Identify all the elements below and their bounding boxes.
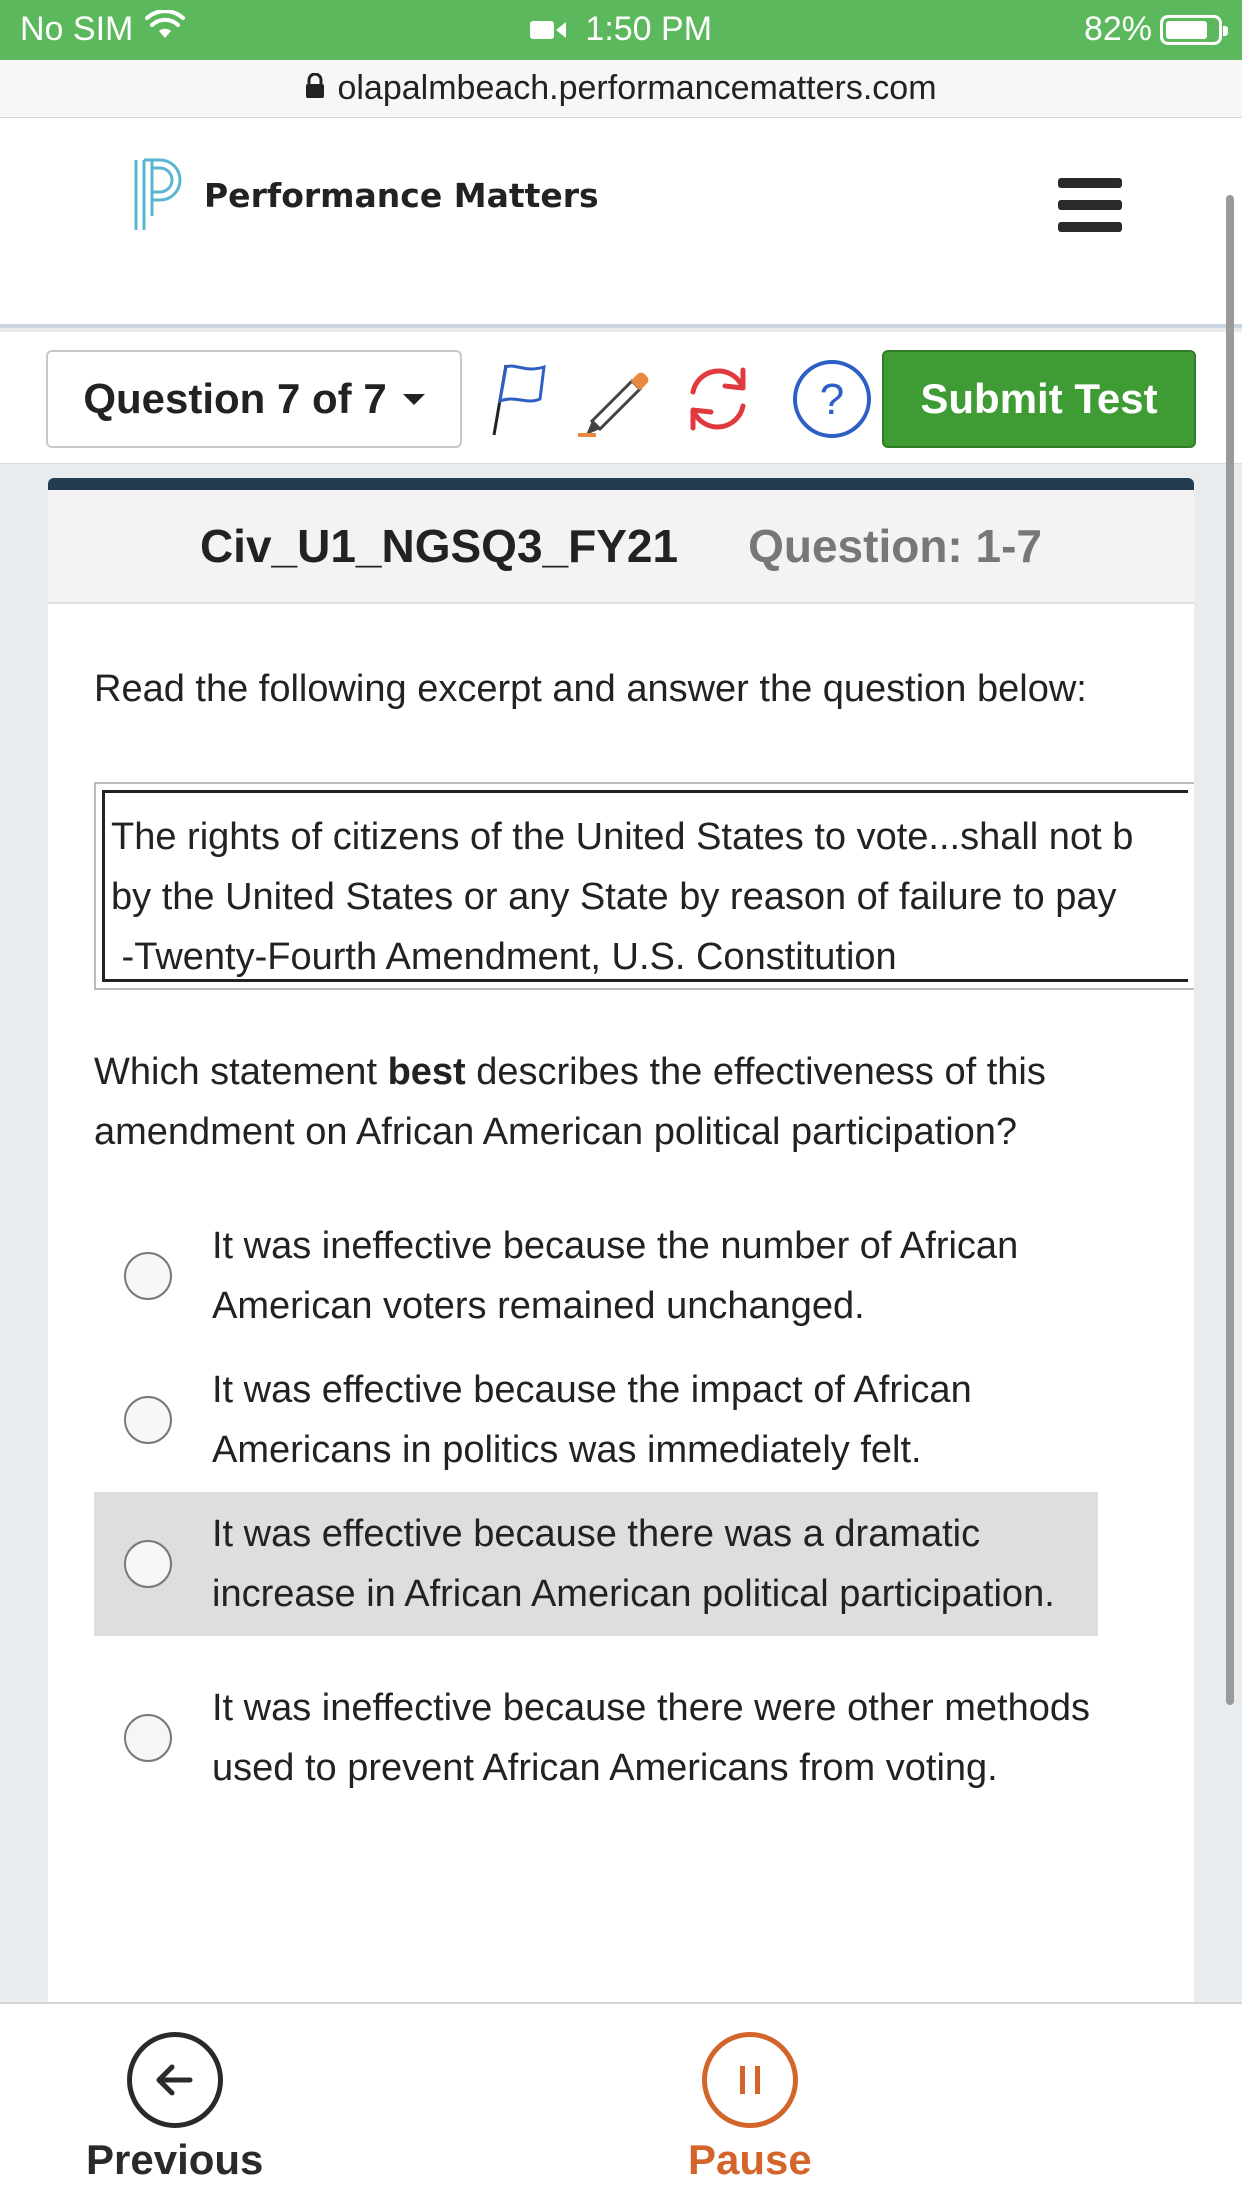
hamburger-menu-icon[interactable] <box>1058 178 1122 232</box>
question-number: Question: 1-7 <box>748 520 1043 572</box>
answer-option-label: It was effective because the impact of A… <box>212 1369 972 1471</box>
radio-button[interactable] <box>124 1396 172 1444</box>
question-text: Which statement best describes the effec… <box>94 1051 1046 1153</box>
battery-percent: 82% <box>1083 10 1152 48</box>
pause-label: Pause <box>688 2136 812 2183</box>
answer-option-label: It was ineffective because the number of… <box>212 1225 1019 1327</box>
app-header: Performance Matters <box>0 118 1242 328</box>
svg-text:?: ? <box>820 375 844 424</box>
status-time: 1:50 PM <box>585 10 713 48</box>
card-header: Civ_U1_NGSQ3_FY21 Question: 1-7 <box>48 490 1194 604</box>
status-bar: No SIM 1:50 PM 82% <box>0 0 1242 60</box>
excerpt-line: -Twenty-Fourth Amendment, U.S. Constitut… <box>111 936 897 978</box>
refresh-icon[interactable] <box>676 357 760 441</box>
answer-option-1[interactable]: It was ineffective because the number of… <box>94 1204 1098 1348</box>
pause-icon <box>701 2032 798 2128</box>
help-icon[interactable]: ? <box>790 357 874 441</box>
radio-button[interactable] <box>124 1252 172 1300</box>
performance-matters-logo-icon <box>134 158 182 230</box>
excerpt-line: The rights of citizens of the United Sta… <box>111 816 1134 858</box>
flag-icon[interactable] <box>476 357 560 441</box>
excerpt-line: by the United States or any State by rea… <box>111 876 1117 918</box>
radio-button[interactable] <box>124 1714 172 1762</box>
emphasis-best: best <box>387 1051 466 1093</box>
lock-icon <box>305 69 325 108</box>
answer-options: It was ineffective because the number of… <box>94 1204 1098 1840</box>
arrow-left-icon <box>126 2032 223 2128</box>
video-icon <box>529 12 566 51</box>
question-prompt: Read the following excerpt and answer th… <box>94 668 1087 710</box>
logo: Performance Matters <box>130 156 599 234</box>
answer-option-4[interactable]: It was ineffective because there were ot… <box>94 1636 1098 1840</box>
excerpt-text: The rights of citizens of the United Sta… <box>102 790 1188 982</box>
previous-label: Previous <box>86 2136 264 2183</box>
bottom-nav: Previous Pause <box>0 2002 1242 2208</box>
answer-option-label: It was ineffective because there were ot… <box>212 1687 1091 1789</box>
question-card: Civ_U1_NGSQ3_FY21 Question: 1-7 Read the… <box>48 478 1194 2008</box>
question-selector[interactable]: Question 7 of 7 <box>46 350 462 448</box>
submit-test-button[interactable]: Submit Test <box>882 350 1196 448</box>
pause-button[interactable]: Pause <box>688 2032 812 2184</box>
answer-option-3[interactable]: It was effective because there was a dra… <box>94 1492 1098 1636</box>
logo-text: Performance Matters <box>204 175 599 215</box>
test-toolbar: Question 7 of 7 ? Submit Test <box>0 332 1242 464</box>
caret-down-icon <box>402 393 425 405</box>
pencil-icon[interactable] <box>572 357 656 441</box>
excerpt-box: The rights of citizens of the United Sta… <box>94 782 1194 990</box>
test-name: Civ_U1_NGSQ3_FY21 <box>199 520 679 572</box>
url-text: olapalmbeach.performancematters.com <box>337 69 937 107</box>
answer-option-label: It was effective because there was a dra… <box>212 1513 1055 1615</box>
page-scrollbar[interactable] <box>1226 195 1234 1705</box>
url-bar[interactable]: olapalmbeach.performancematters.com <box>0 60 1242 118</box>
question-selector-label: Question 7 of 7 <box>83 375 387 422</box>
previous-button[interactable]: Previous <box>86 2032 263 2184</box>
answer-option-2[interactable]: It was effective because the impact of A… <box>94 1348 1098 1492</box>
radio-button[interactable] <box>124 1540 172 1588</box>
battery-icon <box>1160 14 1228 45</box>
